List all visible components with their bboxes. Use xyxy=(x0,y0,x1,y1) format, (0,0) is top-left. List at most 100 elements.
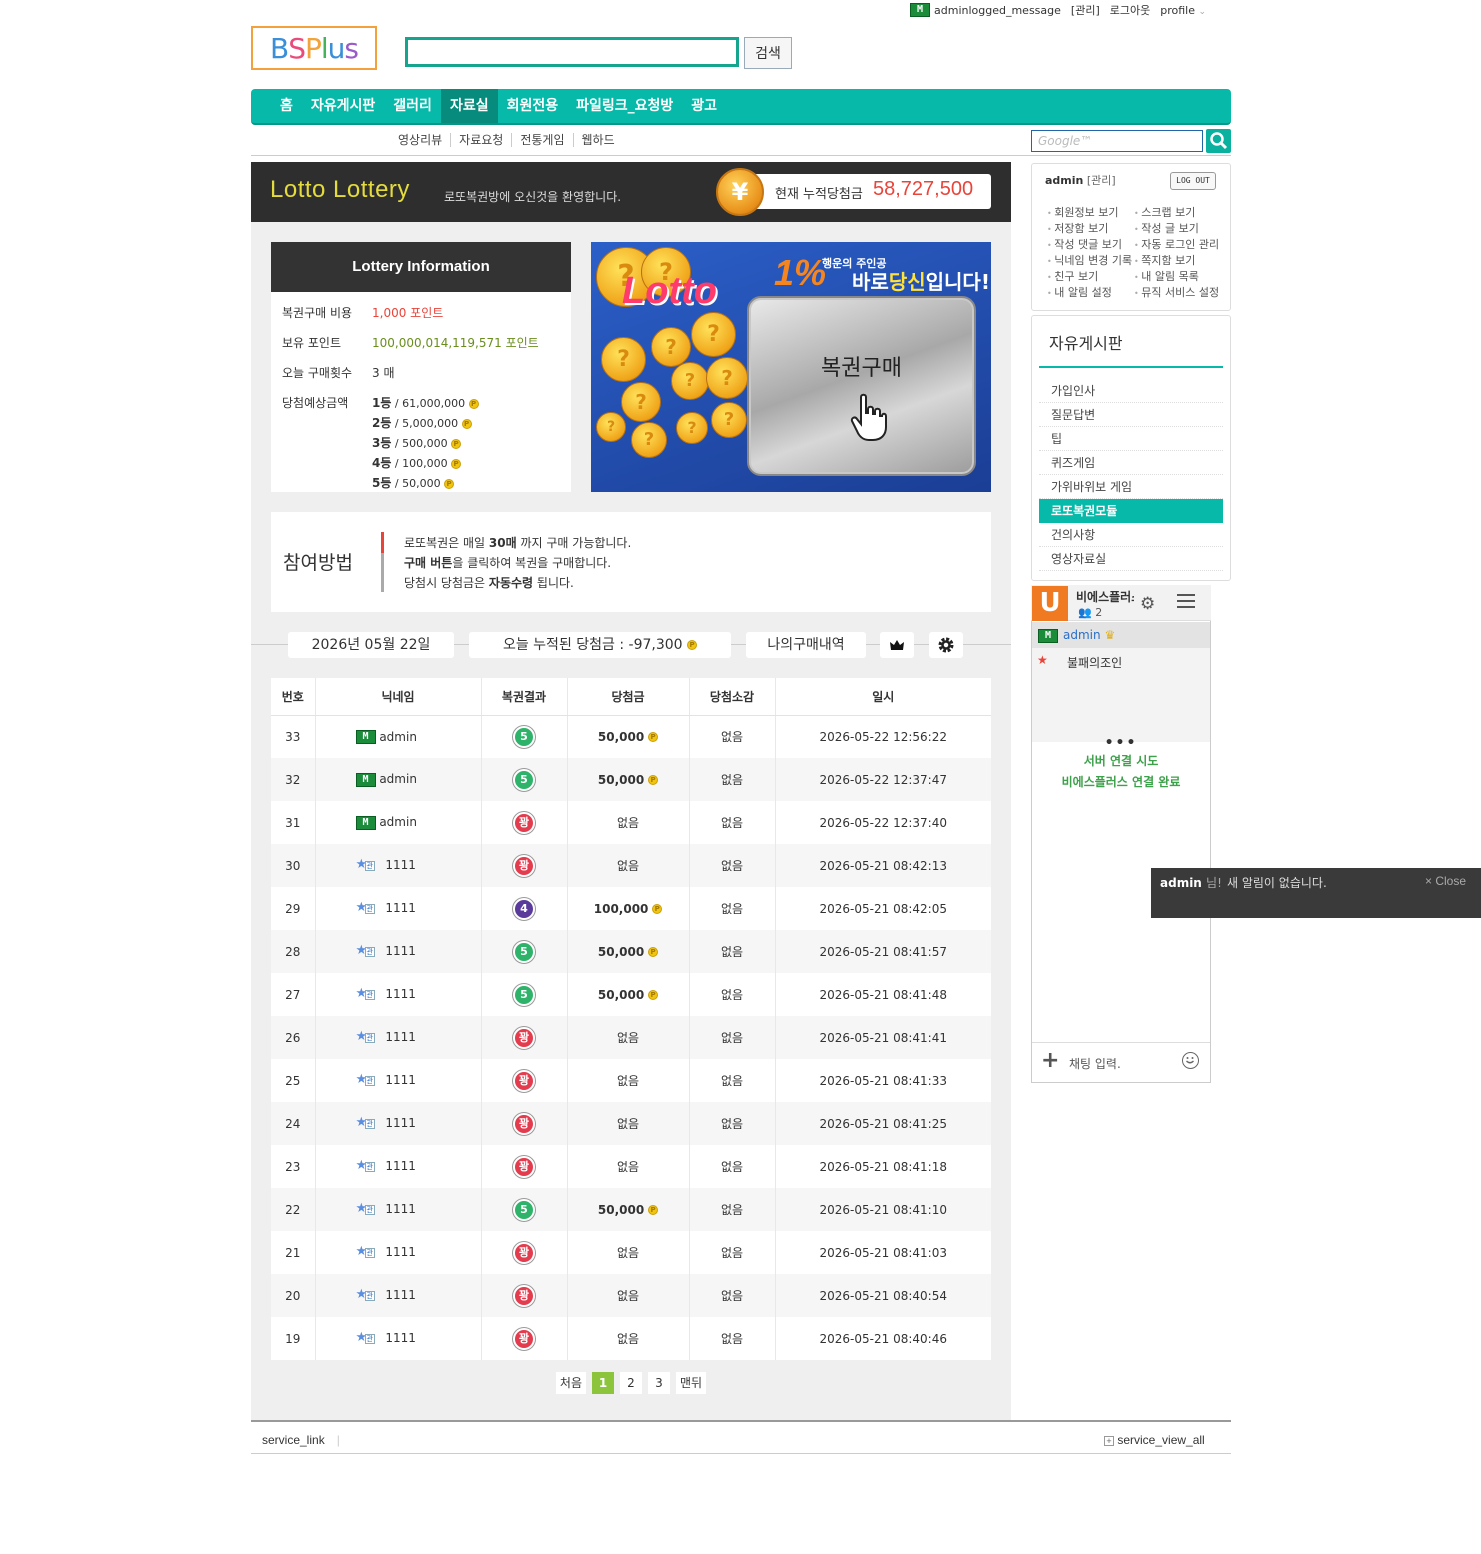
result-ball-icon: 4 xyxy=(513,897,535,920)
emoji-icon[interactable] xyxy=(1182,1052,1199,1069)
cell-nickname[interactable]: M admin xyxy=(315,715,482,758)
chat-user-name[interactable]: 불패의조인 xyxy=(1067,654,1122,671)
toast-close-button[interactable]: × Close xyxy=(1425,874,1466,888)
user-link[interactable]: 쪽지함 보기 xyxy=(1134,252,1195,268)
divider xyxy=(251,155,1231,156)
chat-input[interactable]: 채팅 입력. xyxy=(1069,1055,1121,1072)
login-user: admin [관리] xyxy=(1045,174,1116,187)
footer-service-link[interactable]: service_link | xyxy=(262,1433,340,1447)
cell-nickname[interactable]: ★ 관 1111 xyxy=(315,1188,482,1231)
admin-link[interactable]: [관리] xyxy=(1071,2,1100,18)
settings-button[interactable] xyxy=(929,632,963,658)
login-admin-link[interactable]: [관리] xyxy=(1087,174,1116,187)
result-ball-icon: 꽝 xyxy=(513,1069,535,1092)
nav-gallery[interactable]: 갤러리 xyxy=(384,89,441,123)
board-item-tips[interactable]: 팁 xyxy=(1039,427,1223,451)
cell-nickname[interactable]: ★ 관 1111 xyxy=(315,1231,482,1274)
cell-nickname[interactable]: ★ 관 1111 xyxy=(315,1059,482,1102)
board-item-lotto[interactable]: 로또복권모듈 xyxy=(1039,499,1223,523)
subnav-webhard[interactable]: 웹하드 xyxy=(574,133,623,147)
subnav-traditional-game[interactable]: 전통게임 xyxy=(512,133,574,147)
nav-free-board[interactable]: 자유게시판 xyxy=(302,89,384,123)
logout-button[interactable]: LOG OUT xyxy=(1170,172,1216,190)
footer-view-all[interactable]: + service_view_all xyxy=(1104,1433,1205,1447)
user-link[interactable]: 내 알림 설정 xyxy=(1047,284,1112,300)
chat-user-name[interactable]: admin ♛ xyxy=(1063,628,1115,642)
nav-ads[interactable]: 광고 xyxy=(682,89,726,123)
nav-file-link-request[interactable]: 파일링크_요청방 xyxy=(567,89,682,123)
google-search-button[interactable] xyxy=(1206,129,1231,153)
cell-date: 2026-05-22 12:37:40 xyxy=(819,815,947,830)
board-item-suggestions[interactable]: 건의사항 xyxy=(1039,523,1223,547)
star-level-icon: ★ 관 xyxy=(355,1028,375,1044)
col-number: 번호 xyxy=(271,678,316,716)
chat-system-message: 비에스플러스 연결 완료 xyxy=(1061,775,1181,789)
user-link[interactable]: 스크랩 보기 xyxy=(1134,204,1195,220)
profile-link[interactable]: profile ⌄ xyxy=(1160,4,1206,17)
hand-pointer-icon xyxy=(850,393,887,441)
google-search-input[interactable]: Google™ xyxy=(1031,130,1203,152)
coin-decoration: ? xyxy=(651,327,691,367)
cell-comment: 없음 xyxy=(689,844,776,887)
toast-user: admin 님! xyxy=(1160,876,1222,890)
page-2[interactable]: 2 xyxy=(620,1372,642,1394)
cell-nickname[interactable]: ★ 관 1111 xyxy=(315,973,482,1016)
table-row: 21 ★ 관 1111 꽝 없음 없음 2026-05-21 08:41:03 xyxy=(271,1231,991,1274)
cell-date: 2026-05-21 08:41:18 xyxy=(819,1159,947,1174)
chat-user-row[interactable] xyxy=(1032,622,1210,648)
plus-icon[interactable]: + xyxy=(1041,1050,1059,1072)
subnav-video-review[interactable]: 영상리뷰 xyxy=(390,133,452,147)
user-link[interactable]: 닉네임 변경 기록 xyxy=(1047,252,1132,268)
board-item-quiz[interactable]: 퀴즈게임 xyxy=(1039,451,1223,475)
chat-system-message: 서버 연결 시도 xyxy=(1083,754,1159,768)
nav-members[interactable]: 회원전용 xyxy=(498,89,568,123)
board-item-greeting[interactable]: 가입인사 xyxy=(1039,379,1223,403)
info-label-today: 오늘 구매횟수 xyxy=(282,366,353,380)
logout-link[interactable]: 로그아웃 xyxy=(1110,2,1150,18)
page-1[interactable]: 1 xyxy=(592,1372,614,1394)
cell-nickname[interactable]: ★ 관 1111 xyxy=(315,930,482,973)
board-item-qna[interactable]: 질문답변 xyxy=(1039,403,1223,427)
cell-nickname[interactable]: ★ 관 1111 xyxy=(315,1317,482,1360)
chat-menu-icon[interactable] xyxy=(1177,594,1195,608)
nav-home[interactable]: 홈 xyxy=(271,89,302,123)
cell-nickname[interactable]: ★ 관 1111 xyxy=(315,1145,482,1188)
page-first[interactable]: 처음 xyxy=(555,1372,586,1394)
user-link[interactable]: 작성 글 보기 xyxy=(1134,220,1199,236)
table-row: 19 ★ 관 1111 꽝 없음 없음 2026-05-21 08:40:46 xyxy=(271,1317,991,1360)
cell-nickname[interactable]: ★ 관 1111 xyxy=(315,844,482,887)
chevron-down-icon: ⌄ xyxy=(1198,6,1207,17)
search-button[interactable]: 검색 xyxy=(744,37,792,69)
cell-nickname[interactable]: ★ 관 1111 xyxy=(315,1274,482,1317)
cell-nickname[interactable]: M admin xyxy=(315,801,482,844)
cell-nickname[interactable]: ★ 관 1111 xyxy=(315,887,482,930)
chat-settings-icon[interactable]: ⚙ xyxy=(1140,594,1155,614)
result-ball-icon: 꽝 xyxy=(513,811,535,834)
user-link[interactable]: 작성 댓글 보기 xyxy=(1047,236,1122,252)
user-link[interactable]: 자동 로그인 관리 xyxy=(1134,236,1219,252)
search-input[interactable] xyxy=(405,37,739,67)
ranking-button[interactable] xyxy=(880,632,914,658)
page-3[interactable]: 3 xyxy=(648,1372,670,1394)
site-logo[interactable]: BSPlus xyxy=(251,26,377,70)
cell-nickname[interactable]: ★ 관 1111 xyxy=(315,1102,482,1145)
user-link[interactable]: 뮤직 서비스 설정 xyxy=(1134,284,1219,300)
subnav-request[interactable]: 자료요청 xyxy=(451,133,513,147)
coin-decoration: ? xyxy=(691,312,736,357)
my-history-button[interactable]: 나의구매내역 xyxy=(746,632,866,658)
result-ball-icon: 5 xyxy=(513,768,535,791)
cell-nickname[interactable]: ★ 관 1111 xyxy=(315,1016,482,1059)
user-link[interactable]: 저장함 보기 xyxy=(1047,220,1108,236)
cell-nickname[interactable]: M admin xyxy=(315,758,482,801)
user-link[interactable]: 회원정보 보기 xyxy=(1047,204,1118,220)
page-last[interactable]: 맨뒤 xyxy=(676,1372,707,1394)
board-item-rps-game[interactable]: 가위바위보 게임 xyxy=(1039,475,1223,499)
buy-lottery-button[interactable] xyxy=(747,296,976,476)
user-link[interactable]: 내 알림 목록 xyxy=(1134,268,1199,284)
board-item-video-archive[interactable]: 영상자료실 xyxy=(1039,547,1223,571)
cell-date: 2026-05-21 08:42:13 xyxy=(775,844,991,887)
main-navigation: 홈 자유게시판 갤러리 자료실 회원전용 파일링크_요청방 광고 xyxy=(251,89,1231,125)
point-coin-icon: P xyxy=(451,439,462,449)
nav-archive[interactable]: 자료실 xyxy=(440,89,498,123)
user-link[interactable]: 친구 보기 xyxy=(1047,268,1098,284)
